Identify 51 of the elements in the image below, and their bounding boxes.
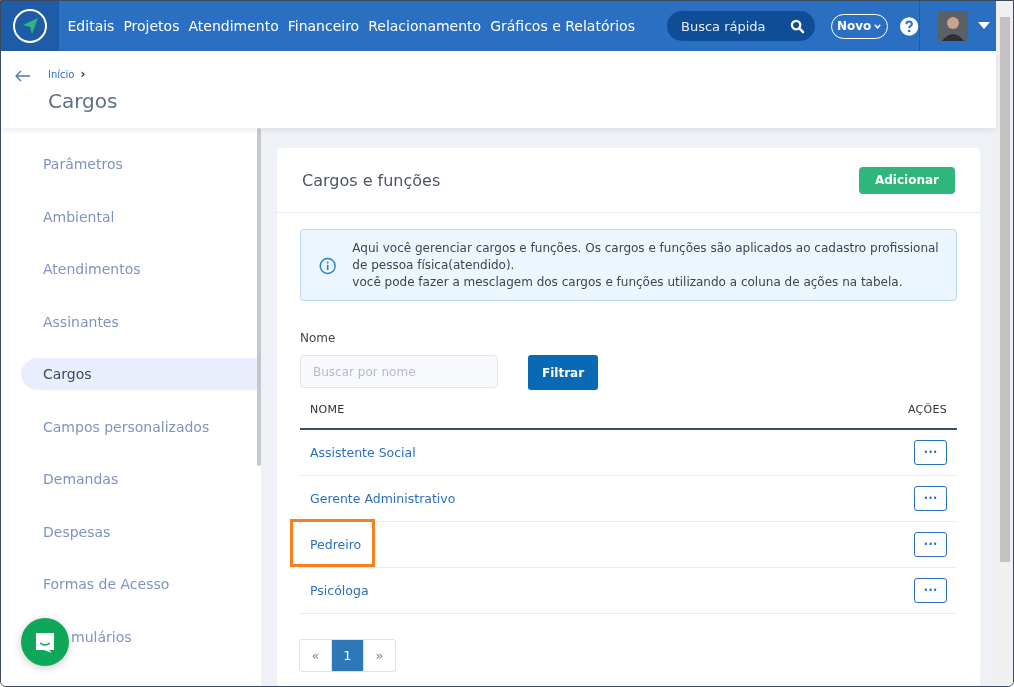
chat-icon[interactable] xyxy=(33,630,57,654)
column-header: NOME xyxy=(310,402,345,416)
search-icon[interactable] xyxy=(789,18,805,34)
avatar[interactable] xyxy=(937,11,968,41)
chat-button[interactable] xyxy=(21,618,69,666)
sidebar-item[interactable]: Campos personalizados xyxy=(21,410,257,443)
sidebar-item[interactable]: mulários xyxy=(71,620,257,653)
logo-icon[interactable] xyxy=(11,8,48,44)
name-link[interactable]: Gerente Administrativo xyxy=(310,491,456,506)
actions-button[interactable]: ••• xyxy=(914,440,947,465)
caret-icon[interactable] xyxy=(977,22,990,30)
page-scrollbar[interactable] xyxy=(999,17,1010,562)
breadcrumb-link[interactable]: Início xyxy=(48,68,75,80)
info-text: Aqui você gerenciar cargos e funções. Os cargos e funções são aplicados ao cadastro profissional de pessoa física(atendido). xyxy=(352,240,940,274)
page-button[interactable]: » xyxy=(363,639,396,672)
filter-button[interactable]: Filtrar xyxy=(528,355,599,390)
breadcrumb-separator: › xyxy=(80,67,86,81)
name-link[interactable]: Assistente Social xyxy=(310,445,416,460)
nav-link[interactable]: Financeiro xyxy=(287,18,360,34)
column-header: AÇÕES xyxy=(907,402,947,416)
name-link[interactable]: Pedreiro xyxy=(310,537,362,552)
sidebar-item[interactable]: Formas de Acesso xyxy=(21,568,257,600)
back-arrow-icon[interactable] xyxy=(15,70,31,82)
sidebar-item[interactable]: Atendimentos xyxy=(21,253,257,285)
sidebar-scrollbar[interactable] xyxy=(257,128,261,466)
name-link[interactable]: Psicóloga xyxy=(310,583,369,598)
sidebar-item[interactable]: Demandas xyxy=(21,463,257,495)
actions-button[interactable]: ••• xyxy=(914,578,947,603)
sidebar-item[interactable]: Assinantes xyxy=(21,305,257,338)
actions-button[interactable]: ••• xyxy=(914,532,947,557)
help-icon[interactable] xyxy=(900,15,919,37)
nav-link[interactable]: Gráficos e Relatórios xyxy=(490,18,635,34)
sidebar-item[interactable]: Despesas xyxy=(21,515,257,548)
field-label: Nome xyxy=(300,331,337,345)
page-button[interactable]: 1 xyxy=(331,639,364,672)
nav-link[interactable]: Relacionamento xyxy=(368,18,482,34)
search-field[interactable]: Busca rápida xyxy=(666,11,815,41)
sidebar-item[interactable]: Ambiental xyxy=(21,200,257,233)
nav-link[interactable]: Editais xyxy=(67,18,115,34)
sidebar-item[interactable]: Parâmetros xyxy=(21,148,257,180)
name-field[interactable]: Buscar por nome xyxy=(300,355,498,388)
nav-link[interactable]: Projetos xyxy=(123,18,180,34)
add-button[interactable]: Adicionar xyxy=(858,166,955,194)
page-title: Cargos xyxy=(48,89,118,113)
page-button[interactable]: « xyxy=(299,639,332,672)
sidebar-item[interactable]: Cargos xyxy=(21,358,257,390)
chevron-icon[interactable] xyxy=(873,21,883,31)
actions-button[interactable]: ••• xyxy=(914,486,947,511)
card-title: Cargos e funções xyxy=(302,170,441,190)
info-text: você pode fazer a mesclagem dos cargos e funções utilizando a coluna de ações na tabela. xyxy=(352,274,904,291)
nav-link[interactable]: Atendimento xyxy=(188,18,279,34)
